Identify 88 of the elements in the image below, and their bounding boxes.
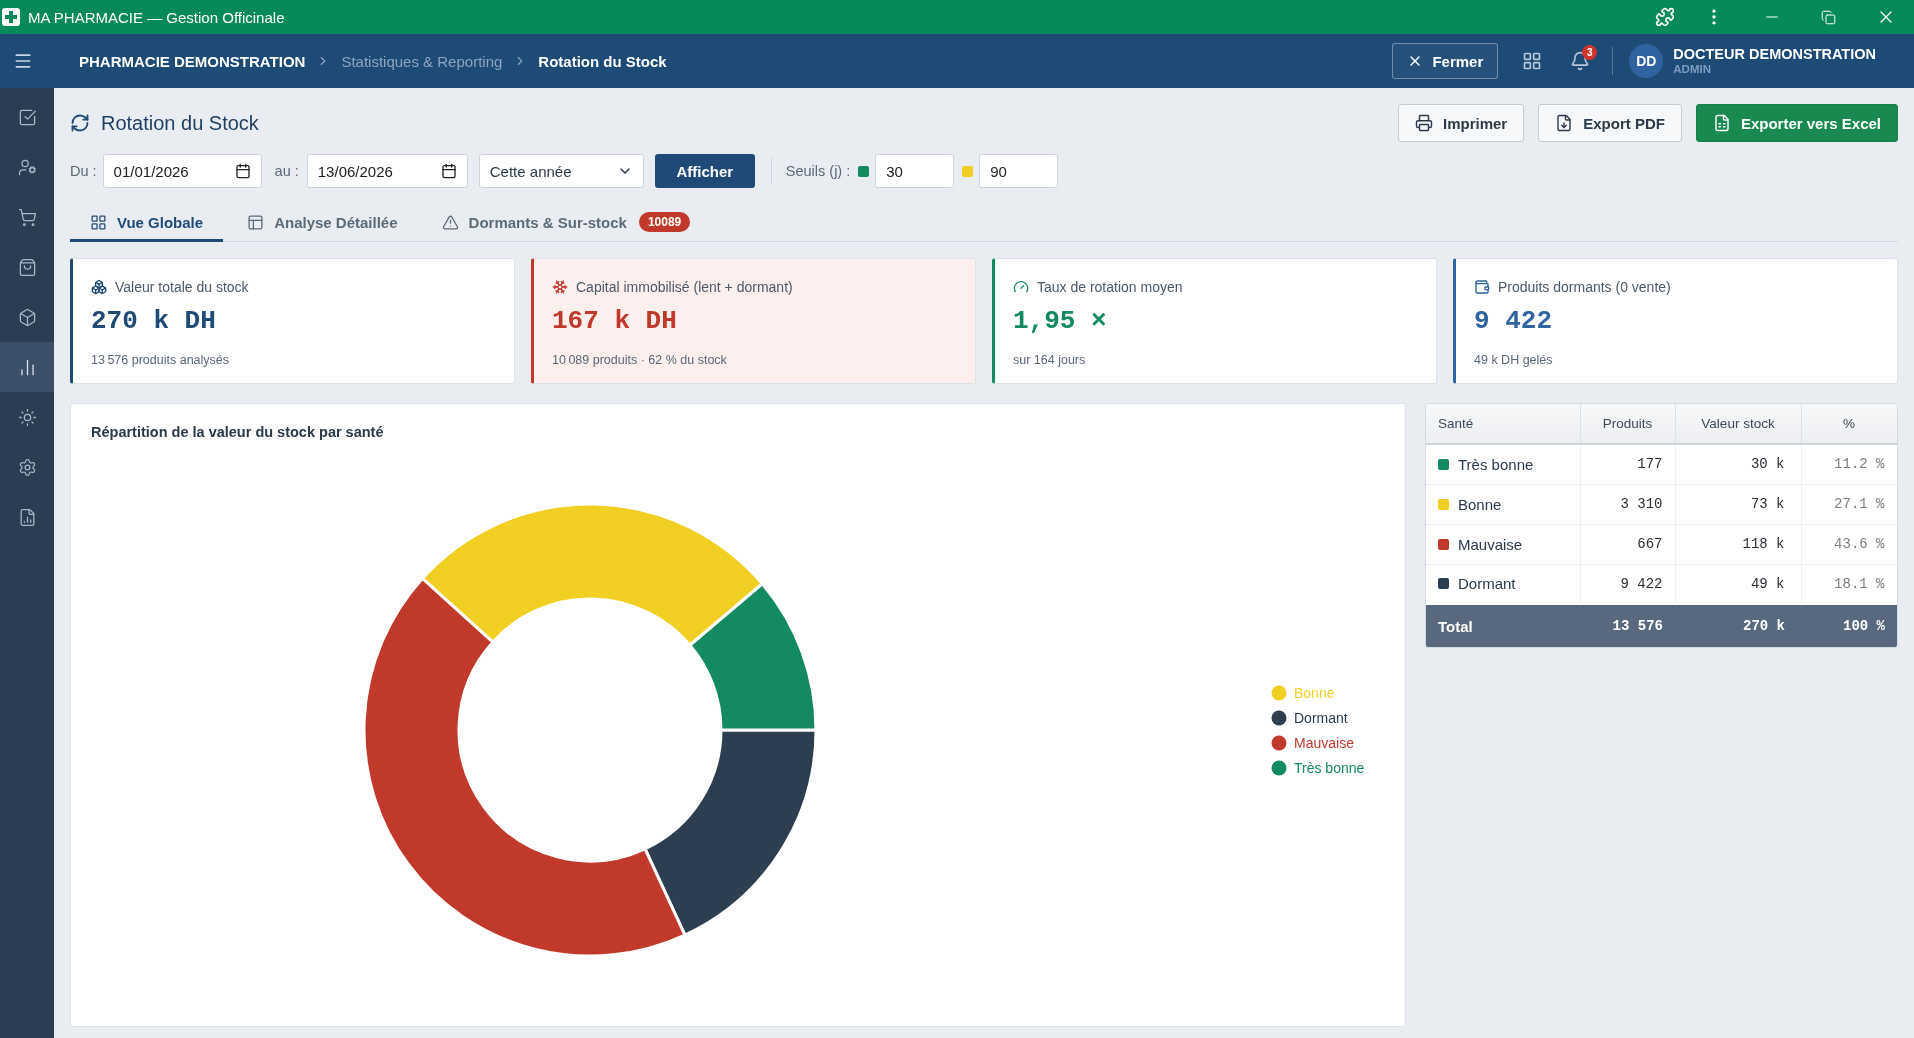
field-label: Du : [70,163,97,179]
kpi-label: Valeur totale du stock [115,279,249,295]
tab[interactable]: Vue Globale [70,205,224,242]
threshold-field[interactable]: 30 [875,154,955,188]
user-name: DOCTEUR DEMONSTRATION [1673,46,1876,63]
kpi-note: 49 k DH gelés [1474,352,1553,368]
health-label: Très bonne [1458,455,1534,473]
legend-label: Mauvaise [1294,735,1354,751]
user-avatar[interactable]: DD [1629,44,1664,78]
date-field[interactable]: 13/06/2026 [306,154,468,188]
count-badge: 10089 [638,212,691,232]
breadcrumb-item: PHARMACIE DEMONSTRATION [79,52,306,70]
spreadsheet-icon [1712,114,1731,132]
tab[interactable]: Analyse Détaillée [227,205,418,242]
user-role: ADMIN [1673,62,1712,76]
legend-label: Bonne [1294,685,1335,701]
square-check-icon [17,107,37,127]
print-button[interactable]: Imprimer [1398,104,1525,142]
kpi-note: 13 576 produits analysés [91,352,229,368]
field-label: au : [274,163,299,179]
kpi-value: 167 k DH [552,306,677,338]
snowflake-icon [552,279,568,295]
grid-icon [90,213,107,231]
warning-icon [441,213,459,231]
table-icon [247,213,265,231]
kpi-note: sur 164 jours [1013,352,1086,368]
table-cell: 73 k [1675,484,1801,524]
kpi-value: 1,95 × [1013,306,1107,338]
page-title: Rotation du Stock [101,111,259,135]
settings-icon [17,457,37,477]
show-button[interactable]: Afficher [654,154,755,188]
kpi-label: Produits dormants (0 vente) [1498,279,1671,295]
health-label: Mauvaise [1458,535,1523,553]
table-cell: 27.1 % [1801,484,1897,524]
close-button[interactable]: Fermer [1392,43,1499,79]
health-label: Bonne [1458,495,1502,513]
breadcrumb-link[interactable]: Statistiques & Reporting [341,52,503,70]
boxes-icon [91,279,107,295]
table-cell: 177 [1580,444,1675,484]
table-cell: 11.2 % [1801,444,1897,484]
table-cell: 667 [1580,524,1675,564]
column-header: % [1801,404,1897,444]
health-label: Dormant [1458,575,1516,593]
legend-label: Très bonne [1294,760,1365,776]
table-cell: 270 k [1675,604,1801,647]
extension-icon[interactable] [1655,7,1675,27]
total-label: Total [1426,604,1580,647]
column-header: Produits [1580,404,1675,444]
breadcrumb-item: Rotation du Stock [538,52,667,70]
table-cell: 43.6 % [1801,524,1897,564]
table-cell: 13 576 [1580,604,1675,647]
gauge-icon [1013,279,1029,295]
kpi-value: 9 422 [1474,306,1552,338]
apps-grid-icon[interactable] [1522,51,1543,71]
kpi-label: Taux de rotation moyen [1037,279,1183,295]
wallet-icon [1474,279,1490,295]
date-field[interactable]: 01/01/2026 [102,154,262,188]
printer-icon [1415,114,1433,132]
restore-icon[interactable] [1821,9,1836,25]
table-cell: 30 k [1675,444,1801,484]
shopping-bag-icon [17,257,37,277]
table-cell: 100 % [1801,604,1897,647]
calendar-icon[interactable] [234,163,251,179]
column-header: Santé [1426,404,1580,444]
column-header: Valeur stock [1675,404,1801,444]
cart-icon [17,207,37,227]
legend-label: Dormant [1294,710,1348,726]
notification-badge: 3 [1582,45,1598,60]
chart-title: Répartition de la valeur du stock par santé [91,423,384,441]
export-excel-button[interactable]: Exporter vers Excel [1695,104,1898,142]
file-download-icon [1555,114,1574,132]
kpi-value: 270 k DH [91,306,216,338]
window-title: MA PHARMACIE — Gestion Officinale [28,8,285,26]
cube-icon [17,307,37,327]
field-label: Seuils (j) : [785,163,851,179]
refresh-icon [70,113,90,133]
user-gear-icon [17,157,37,177]
kpi-label: Capital immobilisé (lent + dormant) [576,279,793,295]
menu-icon[interactable] [13,51,33,71]
export-pdf-button[interactable]: Export PDF [1538,104,1682,142]
sun-icon [17,407,37,427]
table-cell: 3 310 [1580,484,1675,524]
kpi-note: 10 089 produits · 62 % du stock [552,352,727,368]
threshold-field[interactable]: 90 [979,154,1059,188]
tab[interactable]: Dormants & Sur-stock 10089 [421,205,711,242]
period-select[interactable]: Cette année [478,154,644,188]
calendar-icon[interactable] [440,163,457,179]
table-cell: 118 k [1675,524,1801,564]
